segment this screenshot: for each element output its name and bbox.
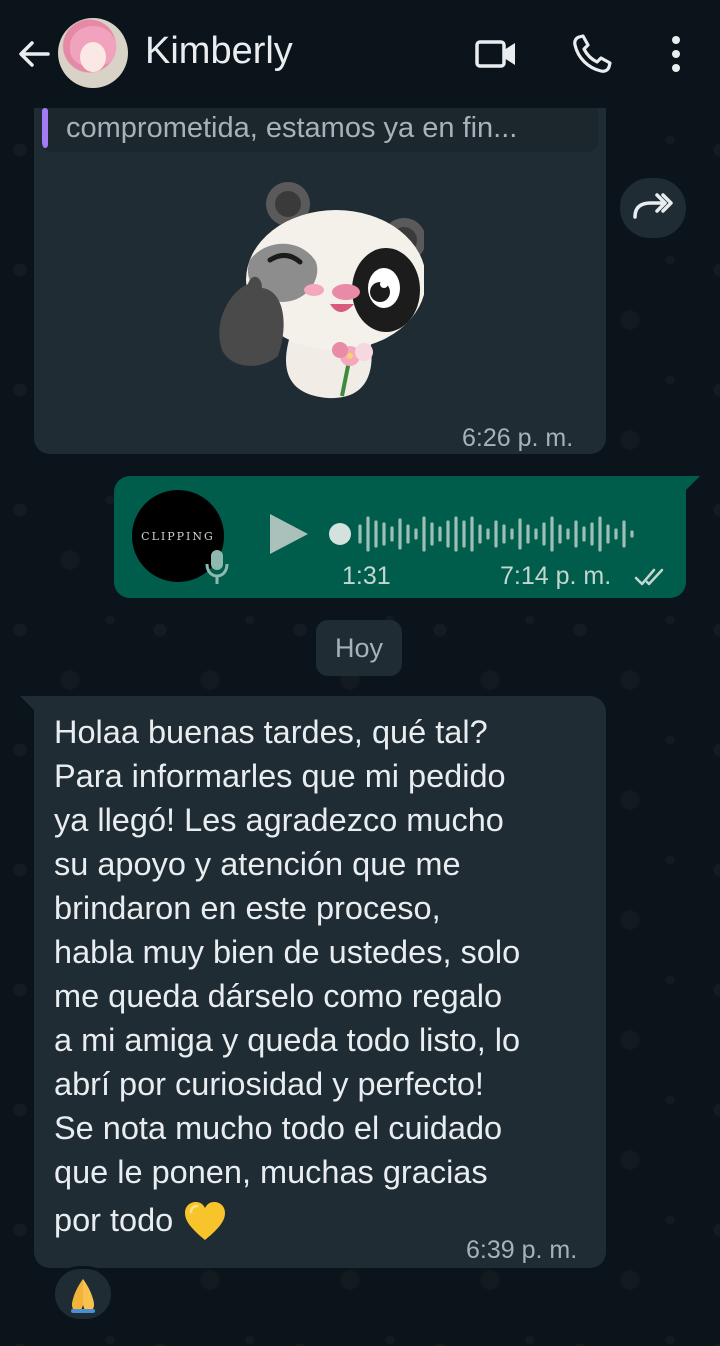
contact-avatar[interactable] [58,18,128,88]
bubble-tail [684,476,700,492]
folded-hands-icon [71,1279,95,1313]
more-vert-icon[interactable] [652,30,700,78]
avatar-face [80,42,106,72]
text-message-time: 6:39 p. m. [466,1236,578,1264]
yellow-heart-icon [185,1202,226,1241]
sticker-message-time: 6:26 p. m. [462,424,574,452]
message-text: Holaa buenas tardes, qué tal? Para infor… [54,710,590,1244]
message-line: brindaron en este proceso, [54,890,441,926]
message-line: Holaa buenas tardes, qué tal? [54,714,488,750]
message-line: me queda dárselo como regalo [54,978,503,1014]
quoted-message[interactable]: comprometida, estamos ya en fin... [42,108,598,152]
double-check-icon [634,568,664,586]
message-line: Se nota mucho todo el cuidado [54,1110,503,1146]
quote-accent-bar [42,108,48,148]
message-line: ya llegó! Les agradezco mucho [54,802,504,838]
message-reaction[interactable] [52,1266,114,1322]
quoted-text: comprometida, estamos ya en fin... [66,112,518,144]
bubble-tail [20,696,36,712]
voice-duration: 1:31 [342,562,391,590]
chat-header: Kimberly [0,0,720,108]
message-line: a mi amiga y queda todo listo, lo [54,1022,521,1058]
forward-icon [633,193,673,219]
message-line: habla muy bien de ustedes, solo [54,934,521,970]
voice-waveform[interactable] [328,512,658,556]
voice-message-time: 7:14 p. m. [500,562,612,590]
voice-avatar-label: CLIPPING [141,529,215,543]
voice-message-bubble[interactable]: CLIPPING 1:31 7:14 p. m. [114,476,700,598]
day-separator: Hoy [316,620,402,676]
back-arrow-icon[interactable] [14,34,54,74]
message-line: Para informarles que mi pedido [54,758,506,794]
contact-name[interactable]: Kimberly [145,30,293,73]
video-call-icon[interactable] [472,30,520,78]
message-line: por todo [54,1202,174,1238]
forward-button[interactable] [620,178,686,238]
phone-icon[interactable] [568,30,616,78]
text-message-bubble[interactable]: Holaa buenas tardes, qué tal? Para infor… [20,696,606,1268]
message-line: abrí por curiosidad y perfecto! [54,1066,484,1102]
message-line: su apoyo y atención que me [54,846,461,882]
panda-sticker[interactable] [218,180,424,402]
play-icon[interactable] [264,510,312,558]
message-line: que le ponen, muchas gracias [54,1154,488,1190]
microphone-icon [205,550,229,584]
